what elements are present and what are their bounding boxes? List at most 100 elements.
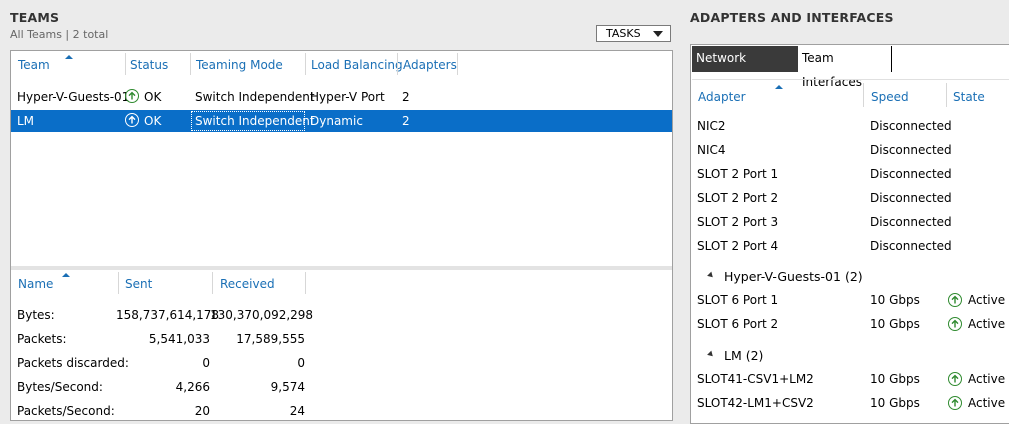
list-item[interactable]: SLOT 2 Port 2 Disconnected [691, 190, 1009, 210]
adapter-state: Active [968, 396, 1006, 410]
column-divider[interactable] [305, 53, 306, 75]
column-header-state[interactable]: State [953, 90, 985, 104]
adapter-name: SLOT 2 Port 1 [697, 167, 779, 181]
sort-ascending-icon [62, 273, 70, 277]
group-label: LM (2) [724, 348, 764, 363]
adapter-speed: 10 Gbps [870, 372, 920, 386]
team-status: OK [144, 90, 162, 104]
stats-row[interactable]: Packets discarded: 0 0 [11, 354, 672, 374]
team-mode: Switch Independent [195, 90, 315, 104]
column-header-teaming-mode[interactable]: Teaming Mode [196, 58, 283, 72]
column-divider[interactable] [305, 272, 306, 294]
ok-arrow-up-icon [125, 89, 139, 103]
list-item[interactable]: NIC2 Disconnected [691, 118, 1009, 138]
adapter-speed: 10 Gbps [870, 293, 920, 307]
column-header-load-balancing[interactable]: Load Balancing [311, 58, 403, 72]
adapter-speed: Disconnected [870, 215, 952, 229]
stat-received: 17,589,555 [236, 332, 305, 346]
team-name: LM [17, 114, 35, 128]
list-item[interactable]: SLOT 6 Port 2 10 Gbps Active [691, 315, 1009, 335]
stats-row[interactable]: Bytes: 158,737,614,178 130,370,092,298 [11, 306, 672, 326]
stat-sent: 0 [202, 356, 210, 370]
stat-received: 9,574 [270, 380, 305, 394]
team-load-balancing: Hyper-V Port [310, 90, 385, 104]
pane-splitter[interactable] [11, 266, 672, 270]
adapter-speed: 10 Gbps [870, 396, 920, 410]
column-header-sent[interactable]: Sent [125, 277, 152, 291]
stat-sent: 158,737,614,178 [116, 308, 220, 322]
active-arrow-up-icon [948, 396, 962, 410]
column-divider[interactable] [946, 83, 947, 107]
column-header-adapters[interactable]: Adapters [403, 58, 457, 72]
stat-name: Bytes/Second: [17, 380, 103, 394]
list-item[interactable]: SLOT42-LM1+CSV2 10 Gbps Active [691, 394, 1009, 414]
sort-ascending-icon [65, 55, 73, 59]
tasks-button-label: TASKS [606, 27, 641, 40]
table-row-selected[interactable]: LM OK Switch Independent Dynamic 2 [11, 110, 672, 132]
adapter-name: SLOT 6 Port 2 [697, 317, 779, 331]
tab-team-interfaces[interactable]: Team Interfaces [798, 46, 892, 89]
table-row[interactable]: Hyper-V-Guests-01 OK Switch Independent … [11, 86, 672, 108]
column-divider[interactable] [863, 83, 864, 107]
group-label: Hyper-V-Guests-01 (2) [724, 269, 863, 284]
list-item[interactable]: SLOT41-CSV1+LM2 10 Gbps Active [691, 370, 1009, 390]
stat-received: 0 [297, 356, 305, 370]
divider [692, 79, 1009, 80]
column-divider[interactable] [397, 53, 398, 75]
sort-ascending-icon [775, 85, 783, 89]
column-divider[interactable] [212, 272, 213, 294]
collapse-triangle-icon[interactable] [707, 350, 715, 359]
column-header-team[interactable]: Team [18, 58, 50, 72]
stats-row[interactable]: Packets: 5,541,033 17,589,555 [11, 330, 672, 350]
adapter-speed: Disconnected [870, 143, 952, 157]
stat-sent: 4,266 [175, 380, 210, 394]
stat-received: 24 [289, 404, 305, 418]
adapter-name: SLOT42-LM1+CSV2 [697, 396, 814, 410]
tasks-button[interactable]: TASKS [596, 25, 671, 42]
list-item[interactable]: SLOT 6 Port 1 10 Gbps Active [691, 291, 1009, 311]
adapters-title: ADAPTERS AND INTERFACES [690, 10, 894, 25]
adapter-state: Active [968, 293, 1006, 307]
column-divider[interactable] [190, 53, 191, 75]
team-load-balancing: Dynamic [310, 114, 363, 128]
column-header-received[interactable]: Received [220, 277, 275, 291]
adapter-speed: Disconnected [870, 167, 952, 181]
group-header-hyper-v-guests[interactable]: Hyper-V-Guests-01 (2) [691, 267, 1009, 287]
column-header-adapter[interactable]: Adapter [698, 90, 746, 104]
teams-panel: Team Status Teaming Mode Load Balancing … [10, 50, 673, 421]
adapter-name: NIC4 [697, 143, 726, 157]
teams-title: TEAMS [10, 10, 60, 25]
adapter-speed: 10 Gbps [870, 317, 920, 331]
list-item[interactable]: SLOT 2 Port 4 Disconnected [691, 238, 1009, 258]
list-item[interactable]: SLOT 2 Port 3 Disconnected [691, 214, 1009, 234]
stat-sent: 20 [194, 404, 210, 418]
column-header-speed[interactable]: Speed [871, 90, 909, 104]
list-item[interactable]: SLOT 2 Port 1 Disconnected [691, 166, 1009, 186]
adapter-name: NIC2 [697, 119, 726, 133]
tab-network-adapters[interactable]: Network Adapters [692, 46, 798, 89]
column-header-status[interactable]: Status [130, 58, 168, 72]
team-adapters: 2 [402, 90, 410, 104]
column-divider[interactable] [125, 53, 126, 75]
column-divider[interactable] [118, 272, 119, 294]
collapse-triangle-icon[interactable] [707, 271, 715, 280]
group-header-lm[interactable]: LM (2) [691, 346, 1009, 366]
stats-row[interactable]: Packets/Second: 20 24 [11, 402, 672, 422]
adapter-name: SLOT 2 Port 4 [697, 239, 779, 253]
column-header-name[interactable]: Name [18, 277, 53, 291]
adapter-name: SLOT 2 Port 3 [697, 215, 779, 229]
stat-name: Packets/Second: [17, 404, 115, 418]
adapters-panel: Network Adapters Team Interfaces Adapter… [690, 44, 1009, 424]
team-name: Hyper-V-Guests-01 [17, 90, 130, 104]
stat-name: Packets: [17, 332, 67, 346]
stat-name: Packets discarded: [17, 356, 129, 370]
active-arrow-up-icon [948, 372, 962, 386]
adapter-speed: Disconnected [870, 119, 952, 133]
team-adapters: 2 [402, 114, 410, 128]
ok-arrow-up-icon [125, 113, 139, 127]
chevron-down-icon [653, 31, 663, 37]
list-item[interactable]: NIC4 Disconnected [691, 142, 1009, 162]
teams-subtitle: All Teams | 2 total [10, 28, 109, 41]
column-divider[interactable] [457, 53, 458, 75]
stats-row[interactable]: Bytes/Second: 4,266 9,574 [11, 378, 672, 398]
